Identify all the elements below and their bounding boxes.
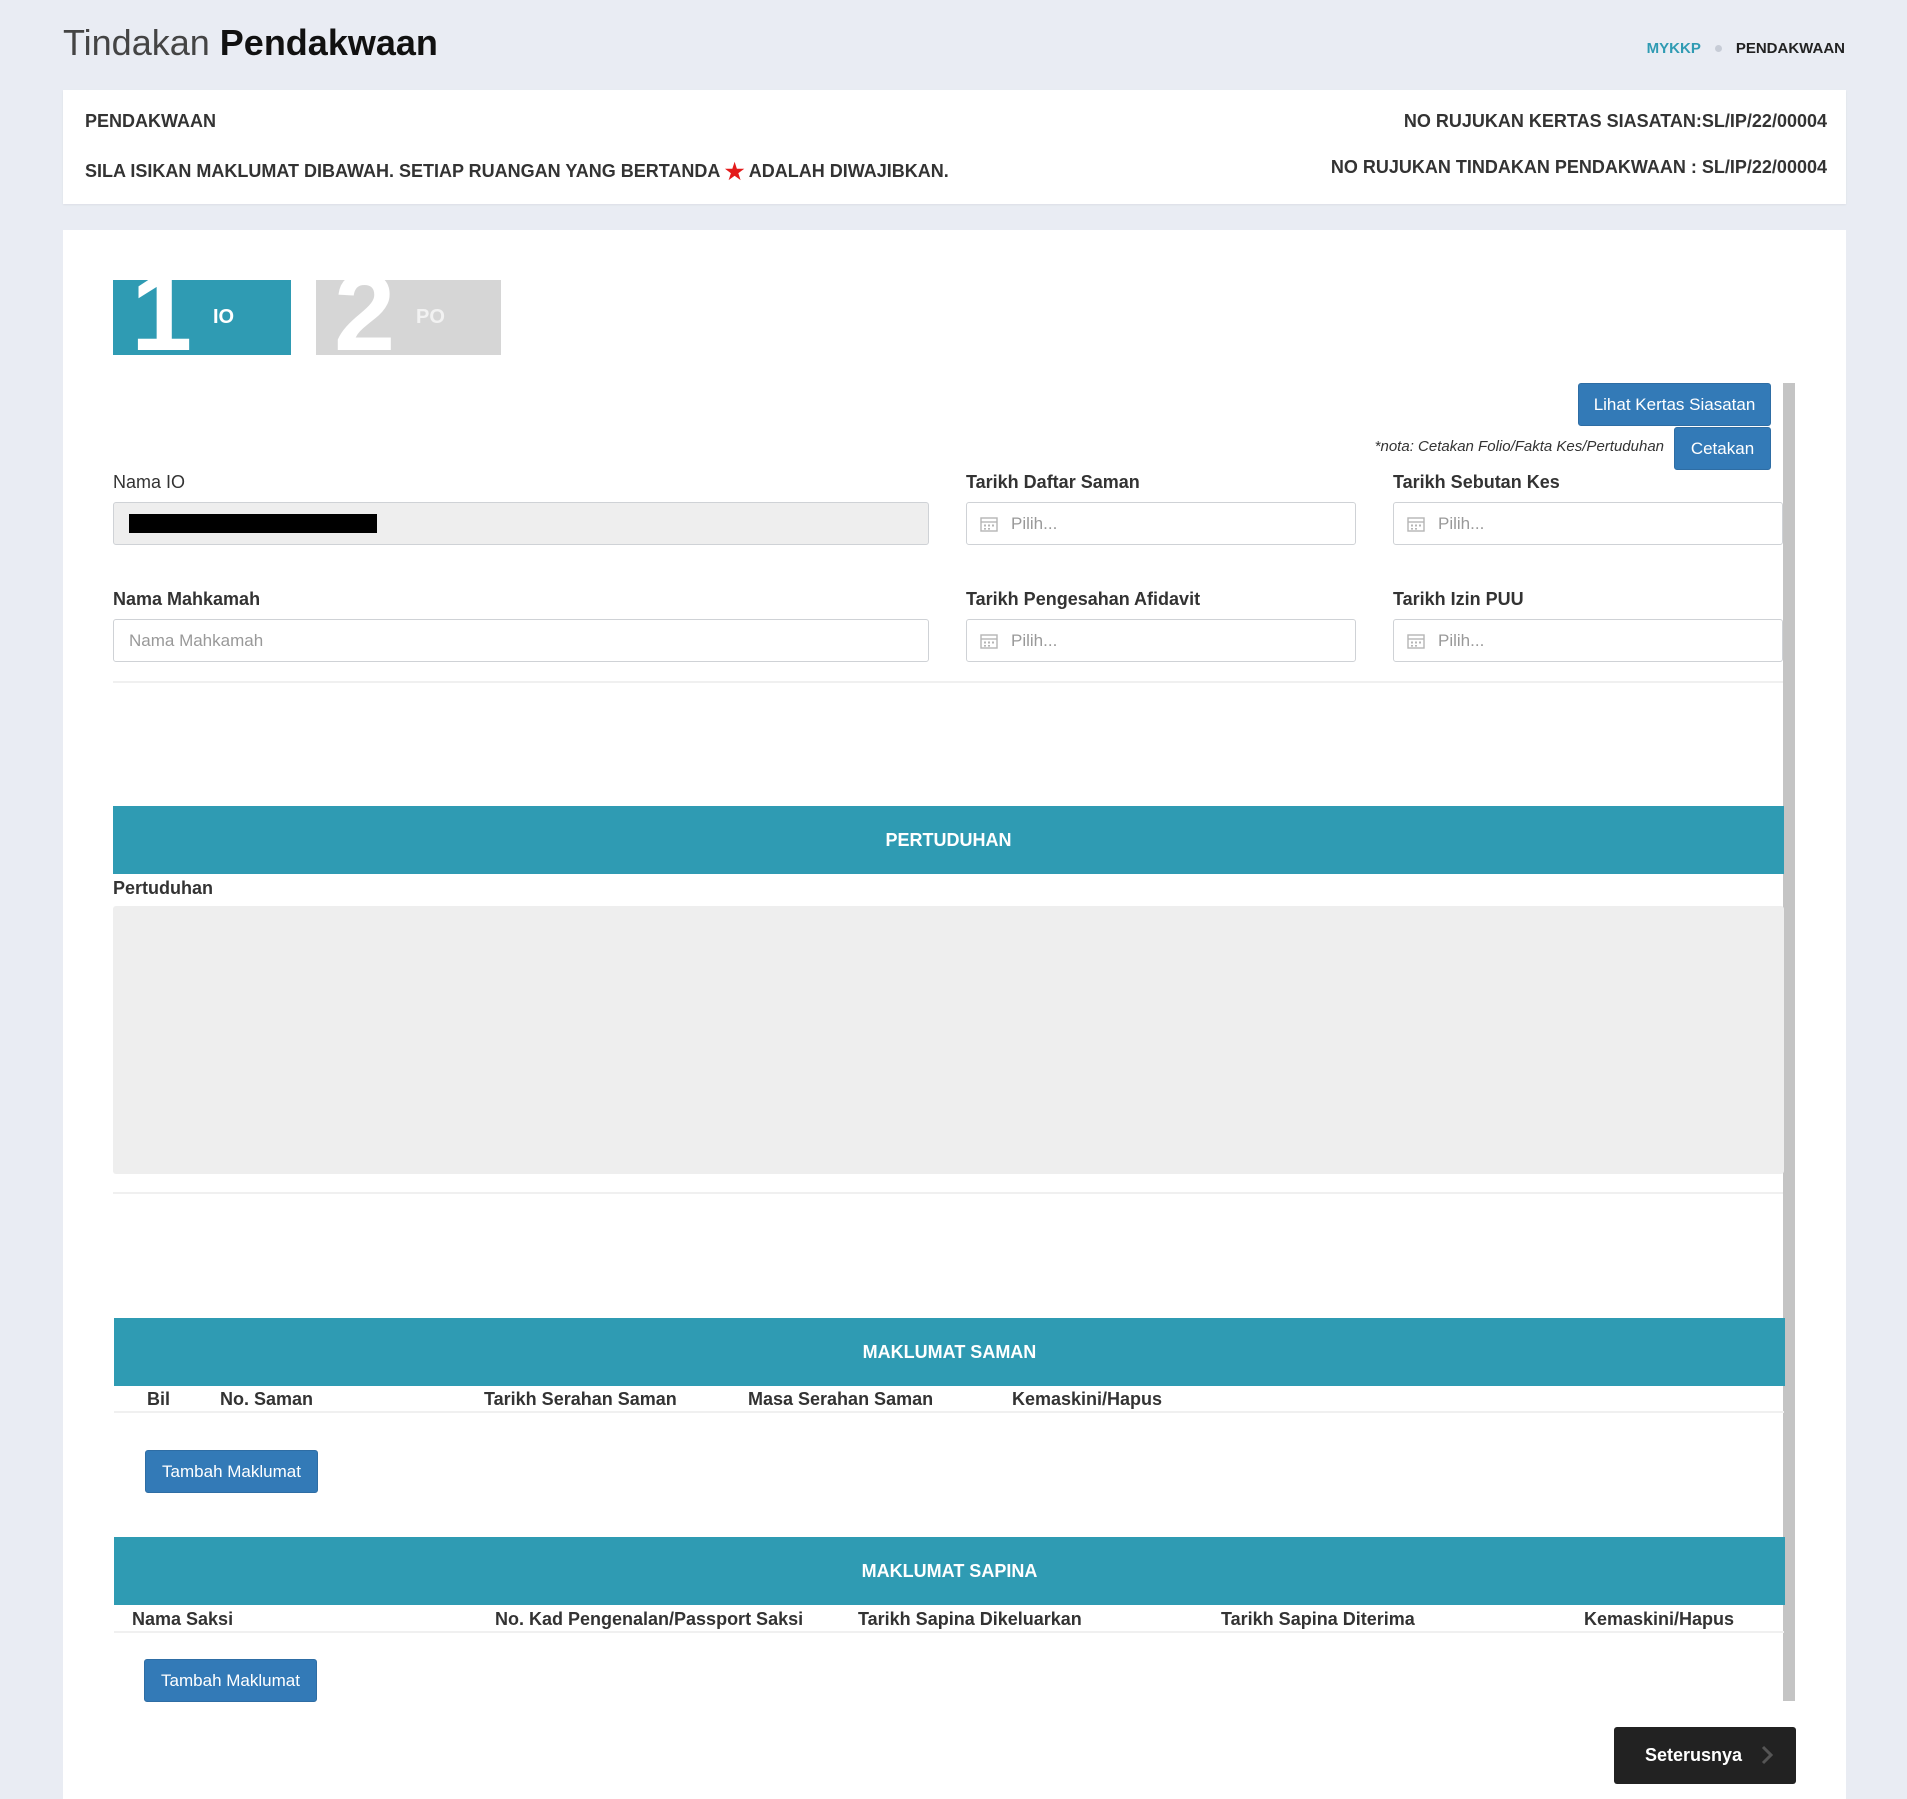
saman-column-kemaskini-hapus: Kemaskini/Hapus xyxy=(1012,1389,1163,1409)
nama-mahkamah-label: Nama Mahkamah xyxy=(113,589,261,609)
sapina-column-tarikh-dikeluarkan: Tarikh Sapina Dikeluarkan xyxy=(858,1609,1082,1629)
page-title-bold: Pendakwaan xyxy=(219,22,438,63)
print-button[interactable]: Cetakan xyxy=(1674,427,1771,470)
redacted-value xyxy=(129,514,377,533)
ref-kertas-siasatan: NO RUJUKAN KERTAS SIASATAN:SL/IP/22/0000… xyxy=(1403,111,1827,131)
tarikh-izin-puu-field[interactable]: Pilih... xyxy=(1393,619,1783,662)
info-heading: PENDAKWAAN xyxy=(85,111,217,131)
required-star-icon: ★ xyxy=(724,159,745,184)
sapina-column-kemaskini-hapus: Kemaskini/Hapus xyxy=(1584,1609,1735,1629)
date-placeholder: Pilih... xyxy=(1011,513,1058,533)
saman-column-tarikh-serahan: Tarikh Serahan Saman xyxy=(484,1389,677,1409)
saman-column-masa-serahan: Masa Serahan Saman xyxy=(748,1389,934,1409)
nama-io-field[interactable] xyxy=(113,502,929,545)
breadcrumb-separator xyxy=(1714,45,1722,52)
page-title-light: Tindakan xyxy=(63,22,210,63)
step-label: PO xyxy=(416,306,445,328)
view-kertas-siasatan-button[interactable]: Lihat Kertas Siasatan xyxy=(1578,383,1771,426)
calendar-icon xyxy=(967,503,1011,544)
table-divider xyxy=(114,1411,1784,1413)
sapina-column-nama-saksi: Nama Saksi xyxy=(132,1609,234,1629)
next-button[interactable]: Seterusnya xyxy=(1614,1727,1796,1784)
breadcrumb: MYKKP PENDAKWAAN xyxy=(1647,40,1845,57)
saman-section-header: MAKLUMAT SAMAN xyxy=(114,1318,1785,1386)
add-sapina-button[interactable]: Tambah Maklumat xyxy=(144,1659,317,1702)
nama-mahkamah-placeholder: Nama Mahkamah xyxy=(129,630,264,650)
pertuduhan-label: Pertuduhan xyxy=(113,878,214,898)
tarikh-daftar-saman-field[interactable]: Pilih... xyxy=(966,502,1356,545)
breadcrumb-item-mykkp[interactable]: MYKKP xyxy=(1647,40,1701,57)
breadcrumb-item-current: PENDAKWAAN xyxy=(1735,40,1845,57)
tarikh-izin-puu-label: Tarikh Izin PUU xyxy=(1393,589,1524,609)
chevron-right-icon xyxy=(1760,1744,1774,1771)
date-placeholder: Pilih... xyxy=(1011,630,1058,650)
add-saman-button[interactable]: Tambah Maklumat xyxy=(145,1450,318,1493)
sapina-column-kad-pengenalan: No. Kad Pengenalan/Passport Saksi xyxy=(495,1609,804,1629)
tarikh-pengesahan-afidavit-label: Tarikh Pengesahan Afidavit xyxy=(966,589,1201,609)
pertuduhan-section-header: PERTUDUHAN xyxy=(113,806,1784,874)
next-button-label: Seterusnya xyxy=(1645,1745,1743,1765)
saman-column-bil: Bil xyxy=(147,1389,171,1409)
date-placeholder: Pilih... xyxy=(1438,513,1485,533)
calendar-icon xyxy=(1394,620,1438,661)
instruction-text-before: SILA ISIKAN MAKLUMAT DIBAWAH. SETIAP RUA… xyxy=(85,161,720,181)
step-label: IO xyxy=(213,306,235,328)
info-instruction: SILA ISIKAN MAKLUMAT DIBAWAH. SETIAP RUA… xyxy=(85,159,949,185)
nama-io-label: Nama IO xyxy=(113,472,186,492)
info-panel xyxy=(63,90,1846,204)
nama-mahkamah-field[interactable]: Nama Mahkamah xyxy=(113,619,929,662)
page-title: Tindakan Pendakwaan xyxy=(63,22,438,64)
sapina-section-header: MAKLUMAT SAPINA xyxy=(114,1537,1785,1605)
step-tab-io[interactable]: 1 IO xyxy=(113,280,291,355)
section-divider xyxy=(113,681,1783,683)
date-placeholder: Pilih... xyxy=(1438,630,1485,650)
tarikh-pengesahan-afidavit-field[interactable]: Pilih... xyxy=(966,619,1356,662)
section-divider xyxy=(113,1192,1783,1194)
table-divider xyxy=(114,1631,1784,1633)
step-tab-po[interactable]: 2 PO xyxy=(316,280,501,355)
instruction-text-after: ADALAH DIWAJIBKAN. xyxy=(748,161,949,181)
tarikh-daftar-saman-label: Tarikh Daftar Saman xyxy=(966,472,1140,492)
pertuduhan-textarea[interactable] xyxy=(113,906,1784,1174)
saman-column-no-saman: No. Saman xyxy=(220,1389,314,1409)
print-note: *nota: Cetakan Folio/Fakta Kes/Pertuduha… xyxy=(1374,438,1664,455)
calendar-icon xyxy=(1394,503,1438,544)
ref-tindakan-pendakwaan: NO RUJUKAN TINDAKAN PENDAKWAAN : SL/IP/2… xyxy=(1330,157,1827,177)
tarikh-sebutan-kes-label: Tarikh Sebutan Kes xyxy=(1393,472,1560,492)
content-scrollbar[interactable] xyxy=(1783,383,1795,1701)
step-number: 2 xyxy=(334,280,396,355)
step-number: 1 xyxy=(131,280,193,355)
calendar-icon xyxy=(967,620,1011,661)
tarikh-sebutan-kes-field[interactable]: Pilih... xyxy=(1393,502,1783,545)
sapina-column-tarikh-diterima: Tarikh Sapina Diterima xyxy=(1221,1609,1415,1629)
